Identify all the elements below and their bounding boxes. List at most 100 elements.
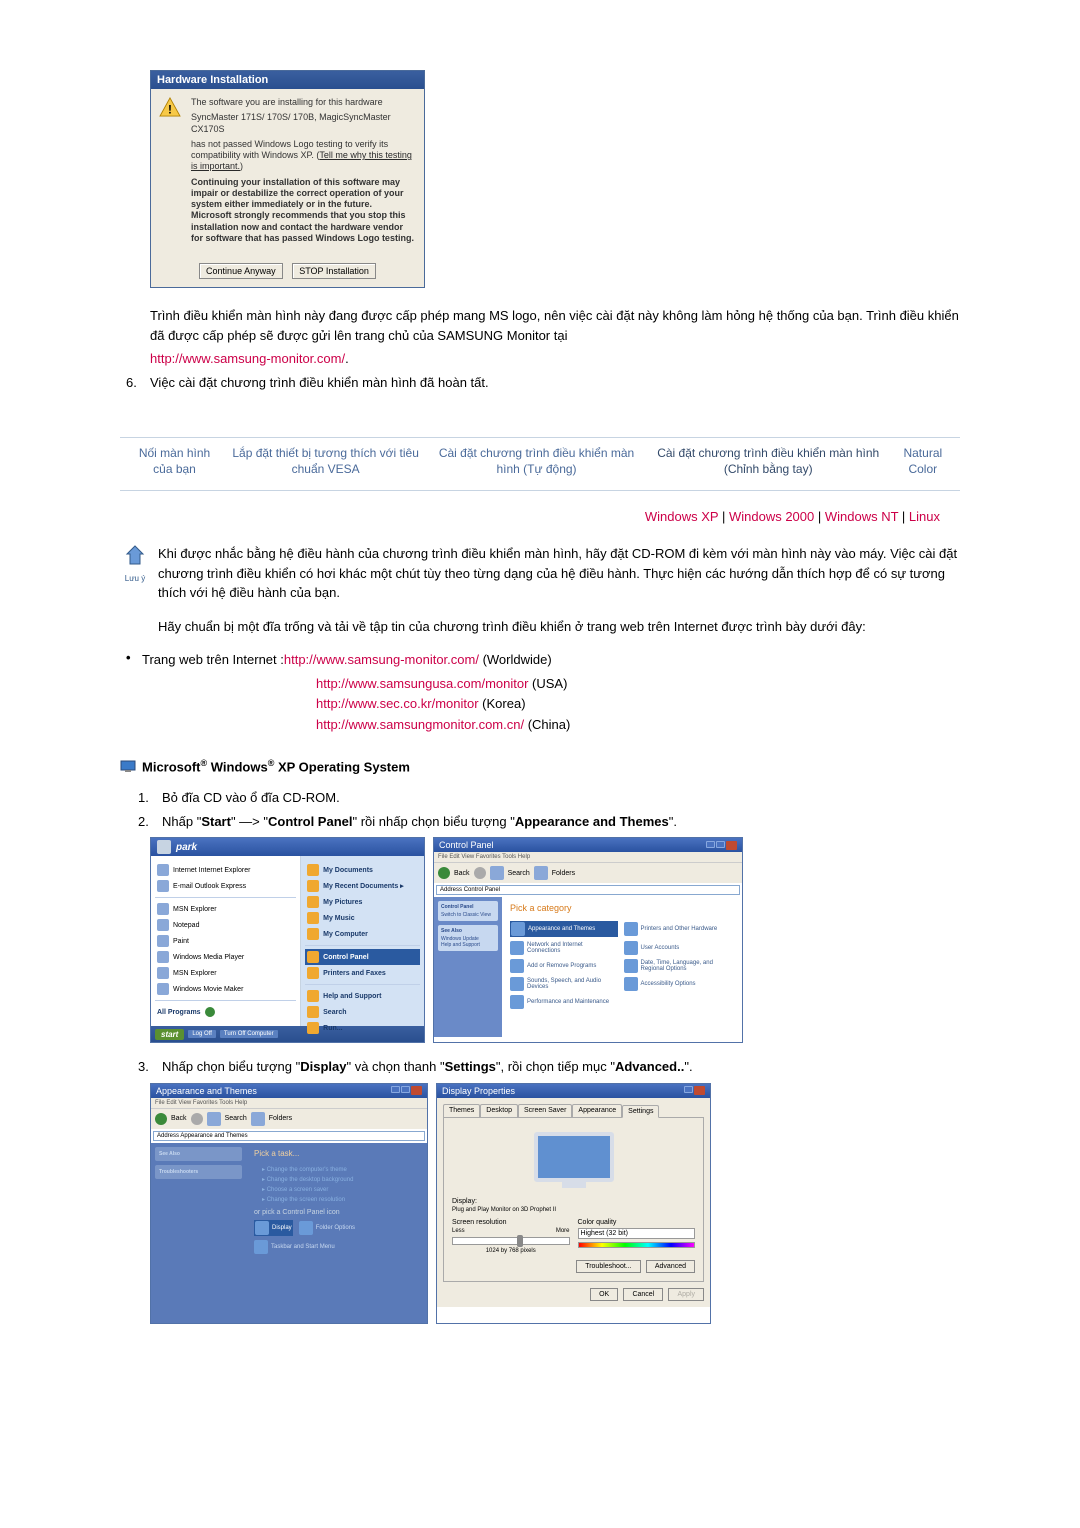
task-resolution[interactable]: Change the screen resolution bbox=[254, 1196, 419, 1203]
troubleshoot-button[interactable]: Troubleshoot... bbox=[576, 1260, 640, 1273]
warning-icon: ! bbox=[159, 97, 181, 117]
sm-run[interactable]: Run... bbox=[305, 1020, 420, 1036]
cpd-taskbar[interactable]: Taskbar and Start Menu bbox=[254, 1240, 419, 1254]
tab-driver-manual[interactable]: Cài đặt chương trình điều khiển màn hình… bbox=[646, 438, 891, 485]
ok-button[interactable]: OK bbox=[590, 1288, 618, 1301]
sm-internet[interactable]: Internet Internet Explorer bbox=[155, 862, 296, 878]
link-windows-xp[interactable]: Windows XP bbox=[645, 509, 718, 524]
sm-music[interactable]: My Music bbox=[305, 910, 420, 926]
task-screensaver[interactable]: Choose a screen saver bbox=[254, 1186, 419, 1193]
advanced-button[interactable]: Advanced bbox=[646, 1260, 695, 1273]
sm-pictures[interactable]: My Pictures bbox=[305, 894, 420, 910]
link-linux[interactable]: Linux bbox=[909, 509, 940, 524]
search-icon[interactable] bbox=[207, 1112, 221, 1126]
note-callout: Lưu ý Khi được nhắc bằng hệ điều hành củ… bbox=[120, 544, 960, 603]
start-menu-right: My Documents My Recent Documents ▸ My Pi… bbox=[301, 856, 424, 1026]
cp-performance[interactable]: Performance and Maintenance bbox=[510, 995, 618, 1009]
forward-icon[interactable] bbox=[474, 867, 486, 879]
cp-menu[interactable]: File Edit View Favorites Tools Help bbox=[434, 852, 742, 862]
tab-screensaver[interactable]: Screen Saver bbox=[518, 1104, 572, 1117]
switch-classic-link[interactable]: Switch to Classic View bbox=[441, 912, 495, 918]
close-icon[interactable] bbox=[694, 1086, 705, 1095]
help-icon[interactable] bbox=[684, 1086, 693, 1093]
cp-printers[interactable]: Printers and Other Hardware bbox=[624, 921, 732, 937]
tab-desktop[interactable]: Desktop bbox=[480, 1104, 518, 1117]
section-icon bbox=[120, 759, 136, 773]
tab-vesa[interactable]: Lắp đặt thiết bị tương thích với tiêu ch… bbox=[224, 438, 427, 485]
taskbar-turnoff[interactable]: Turn Off Computer bbox=[220, 1030, 278, 1038]
cpd-menu[interactable]: File Edit View Favorites Tools Help bbox=[151, 1098, 427, 1108]
link-samsung-usa[interactable]: http://www.samsungusa.com/monitor bbox=[316, 676, 528, 691]
sm-help[interactable]: Help and Support bbox=[305, 988, 420, 1004]
sm-mydocs[interactable]: My Documents bbox=[305, 862, 420, 878]
cp-users[interactable]: User Accounts bbox=[624, 941, 732, 955]
cancel-button[interactable]: Cancel bbox=[623, 1288, 663, 1301]
start-menu-screenshot: park Internet Internet Explorer E-mail O… bbox=[150, 837, 425, 1043]
min-icon[interactable] bbox=[706, 841, 715, 848]
apply-button[interactable]: Apply bbox=[668, 1288, 704, 1301]
sm-moviemaker[interactable]: Windows Movie Maker bbox=[155, 981, 296, 997]
tab-themes[interactable]: Themes bbox=[443, 1104, 480, 1117]
folders-icon[interactable] bbox=[251, 1112, 265, 1126]
cp-network[interactable]: Network and Internet Connections bbox=[510, 941, 618, 955]
color-quality-select[interactable]: Highest (32 bit) bbox=[578, 1228, 696, 1239]
min-icon[interactable] bbox=[391, 1086, 400, 1093]
sm-search[interactable]: Search bbox=[305, 1004, 420, 1020]
max-icon[interactable] bbox=[716, 841, 725, 848]
tab-connect-monitor[interactable]: Nối màn hình của bạn bbox=[125, 438, 224, 485]
dialog-title: Hardware Installation bbox=[151, 71, 424, 89]
tab-appearance[interactable]: Appearance bbox=[572, 1104, 622, 1117]
sm-control-panel[interactable]: Control Panel bbox=[305, 949, 420, 965]
cp-accessibility[interactable]: Accessibility Options bbox=[624, 977, 732, 991]
cp-address-bar[interactable]: Address Control Panel bbox=[436, 885, 740, 895]
tab-natural-color[interactable]: Natural Color bbox=[891, 438, 955, 485]
folders-icon[interactable] bbox=[534, 866, 548, 880]
start-button[interactable]: start bbox=[155, 1029, 184, 1040]
cp-appearance-themes[interactable]: Appearance and Themes bbox=[510, 921, 618, 937]
task-theme[interactable]: Change the computer's theme bbox=[254, 1166, 419, 1173]
max-icon[interactable] bbox=[401, 1086, 410, 1093]
back-icon[interactable] bbox=[155, 1113, 167, 1125]
tab-settings[interactable]: Settings bbox=[622, 1105, 659, 1118]
sm-all-programs[interactable]: All Programs bbox=[155, 1004, 296, 1020]
cp-sounds[interactable]: Sounds, Speech, and Audio Devices bbox=[510, 977, 618, 991]
cpd-display-icon[interactable]: Display bbox=[254, 1220, 293, 1236]
cpd-address[interactable]: Address Appearance and Themes bbox=[153, 1131, 425, 1141]
avatar bbox=[157, 840, 171, 854]
link-windows-nt[interactable]: Windows NT bbox=[825, 509, 898, 524]
sm-paint[interactable]: Paint bbox=[155, 933, 296, 949]
user-name: park bbox=[176, 842, 197, 853]
taskbar-logoff[interactable]: Log Off bbox=[188, 1030, 216, 1038]
close-icon[interactable] bbox=[411, 1086, 422, 1095]
cp-datetime[interactable]: Date, Time, Language, and Regional Optio… bbox=[624, 959, 732, 973]
continue-anyway-button[interactable]: Continue Anyway bbox=[199, 263, 283, 279]
sm-msn2[interactable]: MSN Explorer bbox=[155, 965, 296, 981]
stop-installation-button[interactable]: STOP Installation bbox=[292, 263, 376, 279]
dp-tabs: Themes Desktop Screen Saver Appearance S… bbox=[443, 1104, 704, 1117]
cpd-folder-options[interactable]: Folder Options bbox=[299, 1220, 355, 1236]
sm-printers[interactable]: Printers and Faxes bbox=[305, 965, 420, 981]
cp-addremove[interactable]: Add or Remove Programs bbox=[510, 959, 618, 973]
sm-mycomputer[interactable]: My Computer bbox=[305, 926, 420, 942]
color-preview bbox=[578, 1242, 696, 1248]
resolution-slider[interactable] bbox=[452, 1237, 570, 1245]
sm-wmp[interactable]: Windows Media Player bbox=[155, 949, 296, 965]
xp-step-2: 2. Nhấp "Start" —> "Control Panel" rồi n… bbox=[138, 812, 960, 832]
back-icon[interactable] bbox=[438, 867, 450, 879]
sm-notepad[interactable]: Notepad bbox=[155, 917, 296, 933]
tab-driver-auto[interactable]: Cài đặt chương trình điều khiển màn hình… bbox=[427, 438, 646, 485]
link-samsung-korea[interactable]: http://www.sec.co.kr/monitor bbox=[316, 696, 479, 711]
sm-msn[interactable]: MSN Explorer bbox=[155, 901, 296, 917]
forward-icon[interactable] bbox=[191, 1113, 203, 1125]
dp-resolution-col: Screen resolution LessMore 1024 by 768 p… bbox=[452, 1219, 570, 1254]
link-windows-2000[interactable]: Windows 2000 bbox=[729, 509, 814, 524]
search-icon[interactable] bbox=[490, 866, 504, 880]
sm-email[interactable]: E-mail Outlook Express bbox=[155, 878, 296, 894]
link-samsung-china[interactable]: http://www.samsungmonitor.com.cn/ bbox=[316, 717, 524, 732]
close-icon[interactable] bbox=[726, 841, 737, 850]
link-samsung-monitor-ww[interactable]: http://www.samsung-monitor.com/ bbox=[284, 652, 479, 667]
help-support-link[interactable]: Help and Support bbox=[441, 942, 495, 948]
sm-recent[interactable]: My Recent Documents ▸ bbox=[305, 878, 420, 894]
task-background[interactable]: Change the desktop background bbox=[254, 1176, 419, 1183]
samsung-monitor-link[interactable]: http://www.samsung-monitor.com/ bbox=[150, 351, 345, 366]
